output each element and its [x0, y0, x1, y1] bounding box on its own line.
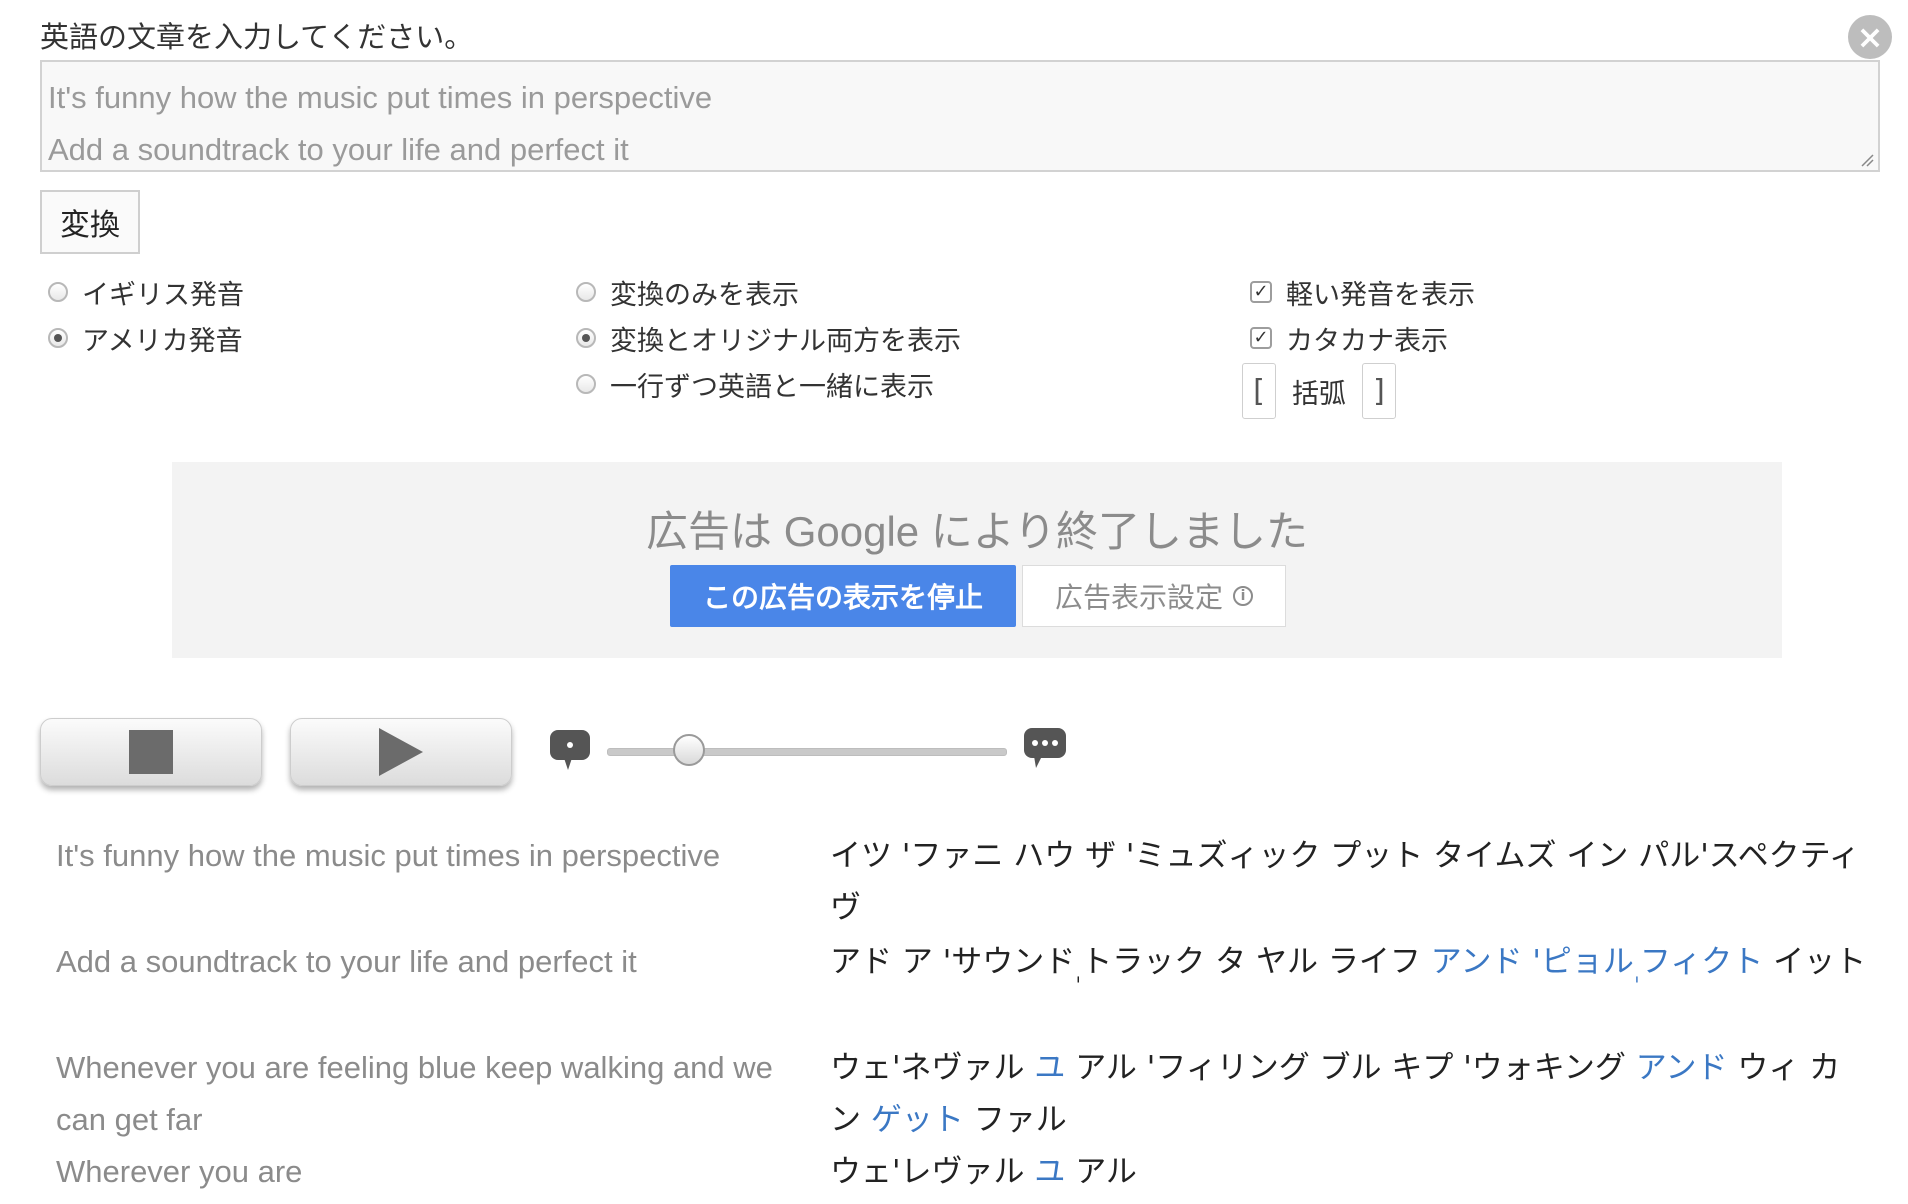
lyric-english: Add a soundtrack to your life and perfec… — [56, 944, 637, 979]
extra-option-light-pronunciation[interactable]: ✓ 軽い発音を表示 — [1250, 272, 1475, 312]
input-line: Add a soundtrack to your life and perfec… — [48, 132, 629, 167]
accent-option-american[interactable]: アメリカ発音 — [48, 318, 243, 358]
close-button[interactable]: × — [1848, 15, 1892, 59]
slow-speech-icon — [550, 730, 590, 770]
bracket-open-input[interactable]: [ — [1242, 363, 1276, 419]
accent-option-british[interactable]: イギリス発音 — [48, 272, 244, 312]
kana-highlight: アンド — [1635, 1050, 1728, 1086]
display-option-line-by-line[interactable]: 一行ずつ英語と一緒に表示 — [576, 364, 934, 404]
speed-slider-track[interactable] — [607, 748, 1007, 756]
radio-button[interactable] — [576, 282, 596, 302]
option-label: アメリカ発音 — [82, 325, 243, 357]
kana-segment: ファル — [963, 1102, 1067, 1138]
checkbox[interactable]: ✓ — [1250, 281, 1272, 303]
fast-speech-icon — [1024, 728, 1066, 768]
option-label: 一行ずつ英語と一緒に表示 — [610, 371, 934, 403]
info-icon: i — [1233, 586, 1253, 606]
ad-panel: 広告は Google により終了しました この広告の表示を停止 広告表示設定 i — [172, 462, 1782, 658]
kana-segment: トラック タ ヤル ライフ — [1081, 944, 1431, 980]
english-text-input[interactable]: It's funny how the music put times in pe… — [40, 60, 1880, 172]
option-label: 軽い発音を表示 — [1286, 279, 1475, 311]
kana-segment: ウェ'ネヴァル — [830, 1050, 1035, 1086]
radio-button[interactable] — [576, 328, 596, 348]
lyric-katakana: ウェ'ネヴァル ユ アル 'フィリング ブル キプ 'ウォキング アンド ウィ … — [830, 1042, 1870, 1146]
convert-button[interactable]: 変換 — [40, 190, 140, 254]
extra-option-katakana[interactable]: ✓ カタカナ表示 — [1250, 318, 1448, 358]
lyric-english: Wherever you are — [56, 1154, 303, 1189]
bracket-label: 括弧 — [1292, 378, 1346, 410]
kana-highlight: アンド 'ピョル — [1430, 944, 1634, 980]
lyric-katakana: アド ア 'サウンドˌトラック タ ヤル ライフ アンド 'ピョルˌフィクト イ… — [830, 936, 1870, 999]
radio-button[interactable] — [576, 374, 596, 394]
display-option-converted-only[interactable]: 変換のみを表示 — [576, 272, 799, 312]
kana-highlight: フィクト — [1639, 944, 1764, 980]
kana-highlight: ユ — [1034, 1154, 1066, 1190]
stop-icon — [129, 730, 173, 774]
kana-segment: アド ア 'サウンド — [830, 944, 1076, 980]
play-button[interactable] — [290, 718, 512, 786]
radio-button[interactable] — [48, 282, 68, 302]
ad-settings-label: 広告表示設定 — [1054, 581, 1223, 614]
play-icon — [379, 728, 423, 776]
display-option-both[interactable]: 変換とオリジナル両方を表示 — [576, 318, 961, 358]
kana-highlight: ゲット — [870, 1102, 964, 1138]
lyric-katakana: ウェ'レヴァル ユ アル — [830, 1146, 1870, 1198]
stop-ad-button[interactable]: この広告の表示を停止 — [670, 565, 1016, 627]
bracket-option: [ 括弧 ] — [1242, 362, 1396, 420]
speed-slider-thumb[interactable] — [672, 734, 705, 766]
close-icon: × — [1856, 18, 1884, 56]
resize-grip-icon[interactable] — [1860, 153, 1874, 167]
option-label: 変換のみを表示 — [610, 279, 799, 311]
lyric-english: Whenever you are feeling blue keep walki… — [56, 1050, 773, 1137]
option-label: イギリス発音 — [82, 279, 244, 311]
stop-button[interactable] — [40, 718, 262, 786]
checkbox[interactable]: ✓ — [1250, 327, 1272, 349]
input-prompt-label: 英語の文章を入力してください。 — [40, 20, 474, 54]
kana-segment: ウェ'レヴァル — [830, 1154, 1035, 1190]
lyric-katakana: イツ 'ファニ ハウ ザ 'ミュズィック プット タイムズ イン パル'スペクテ… — [830, 830, 1870, 934]
ad-settings-button[interactable]: 広告表示設定 i — [1022, 565, 1286, 627]
kana-segment: イツ 'ファニ ハウ ザ 'ミュズィック プット タイムズ イン パル'スペクテ… — [830, 838, 1860, 926]
lyric-english: It's funny how the music put times in pe… — [56, 838, 721, 873]
input-line: It's funny how the music put times in pe… — [48, 80, 713, 115]
bracket-close-input[interactable]: ] — [1362, 363, 1396, 419]
radio-button[interactable] — [48, 328, 68, 348]
kana-segment: イット — [1763, 944, 1867, 980]
kana-highlight: ユ — [1034, 1050, 1066, 1086]
option-label: カタカナ表示 — [1286, 325, 1448, 357]
kana-segment: アル 'フィリング ブル キプ 'ウォキング — [1065, 1050, 1636, 1086]
option-label: 変換とオリジナル両方を表示 — [610, 325, 961, 357]
kana-segment: アル — [1065, 1154, 1137, 1190]
ad-closed-message: 広告は Google により終了しました — [646, 508, 1308, 555]
